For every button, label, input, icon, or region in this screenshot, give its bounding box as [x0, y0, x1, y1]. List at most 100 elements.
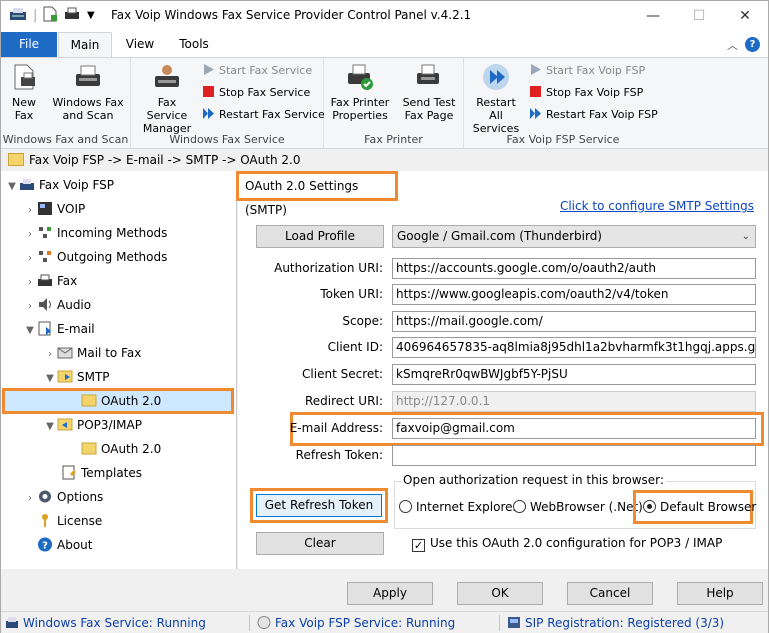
tree-item-fax-voip-fsp[interactable]: ▼ Fax Voip FSP [5, 175, 114, 195]
help-icon[interactable]: ? [745, 37, 760, 52]
info-icon: ? [38, 537, 52, 552]
fax-machine-icon [76, 65, 100, 86]
load-profile-button[interactable]: Load Profile [256, 225, 384, 248]
group-label: Windows Fax and Scan [2, 133, 129, 146]
fax-icon [38, 274, 52, 286]
tab-tools[interactable]: Tools [169, 32, 219, 57]
cancel-button[interactable]: Cancel [567, 582, 653, 605]
radio-internet-explorer[interactable]: Internet Explorer [399, 498, 517, 516]
radio-webbrowser-net[interactable]: WebBrowser (.Net) [513, 498, 643, 516]
tree-item-fax[interactable]: › Fax [23, 271, 77, 291]
printer-check-icon [348, 64, 373, 90]
restart-fax-voip-fsp-button[interactable]: Restart Fax Voip FSP [530, 106, 658, 124]
expand-icon[interactable]: › [23, 273, 37, 293]
tree-item-mail-to-fax[interactable]: › Mail to Fax [43, 343, 141, 363]
restart-fax-service-button[interactable]: Restart Fax Service [203, 106, 325, 124]
tree-item-templates[interactable]: Templates [61, 463, 142, 483]
email-address-input[interactable]: faxvoip@gmail.com [392, 418, 756, 439]
get-refresh-token-button[interactable]: Get Refresh Token [256, 494, 382, 517]
browser-groupbox: Open authorization request in this brows… [394, 473, 756, 529]
close-button[interactable]: ✕ [722, 1, 768, 32]
label-scope: Scope: [342, 314, 383, 328]
quick-access-dropdown-icon[interactable]: ▼ [87, 6, 95, 26]
clear-button[interactable]: Clear [256, 532, 384, 555]
scope-input[interactable]: https://mail.google.com/ [392, 311, 756, 332]
tree-item-outgoing-methods[interactable]: › Outgoing Methods [23, 247, 167, 267]
checkmark-icon: ✓ [412, 539, 425, 552]
email-icon [38, 321, 51, 336]
tree-item-incoming-methods[interactable]: › Incoming Methods [23, 223, 167, 243]
client-secret-input[interactable]: kSmqreRr0qwBWJgbf5Y-PjSU [392, 364, 756, 385]
authorization-uri-input[interactable]: https://accounts.google.com/o/oauth2/aut… [392, 258, 756, 279]
tree-item-options[interactable]: › Options [23, 487, 103, 507]
printer-icon[interactable] [63, 6, 81, 26]
svg-text:?: ? [42, 541, 48, 552]
service-status-icon [257, 616, 271, 629]
expand-icon[interactable]: › [23, 297, 37, 317]
start-fax-voip-fsp-button[interactable]: Start Fax Voip FSP [530, 62, 645, 80]
tree-item-smtp[interactable]: ▼ SMTP [43, 367, 109, 389]
ok-button[interactable]: OK [457, 582, 543, 605]
collapse-icon[interactable]: ▼ [23, 321, 37, 341]
configure-smtp-link[interactable]: Click to configure SMTP Settings [560, 199, 754, 213]
new-fax-button[interactable]: New Fax [7, 62, 41, 122]
restart-icon [203, 107, 214, 119]
tree-item-email[interactable]: ▼ E-mail [23, 319, 95, 339]
redirect-uri-input: http://127.0.0.1 [392, 391, 756, 412]
start-fax-service-button[interactable]: Start Fax Service [203, 62, 312, 80]
windows-fax-and-scan-button[interactable]: Windows Fax and Scan [49, 62, 127, 122]
tree-item-pop3-imap[interactable]: ▼ POP3/IMAP [43, 415, 142, 435]
stop-icon [203, 85, 214, 97]
label-authorization-uri: Authorization URI: [274, 261, 383, 275]
stop-fax-service-button[interactable]: Stop Fax Service [203, 84, 310, 102]
incoming-icon [39, 227, 51, 238]
tab-view[interactable]: View [117, 32, 163, 57]
minimize-button[interactable]: — [630, 1, 676, 32]
refresh-token-input[interactable] [392, 445, 756, 466]
breadcrumb-text: Fax Voip FSP -> E-mail -> SMTP -> OAuth … [29, 153, 301, 167]
token-uri-input[interactable]: https://www.googleapis.com/oauth2/v4/tok… [392, 284, 756, 305]
radio-default-browser[interactable]: Default Browser [643, 498, 756, 516]
status-windows-fax-service[interactable]: Windows Fax Service: Running [5, 615, 206, 631]
expand-icon[interactable]: › [23, 201, 37, 221]
expand-icon[interactable]: › [23, 225, 37, 245]
expand-icon[interactable]: › [43, 345, 57, 365]
new-document-icon[interactable] [43, 6, 57, 26]
profile-select[interactable]: Google / Gmail.com (Thunderbird) ⌄ [392, 225, 756, 248]
tree-item-about[interactable]: ? About [37, 535, 92, 555]
title-bar: | ▼ Fax Voip Windows Fax Service Provide… [1, 1, 768, 32]
tab-file[interactable]: File [1, 32, 57, 57]
play-icon [530, 63, 541, 75]
status-sip-registration[interactable]: SIP Registration: Registered (3/3) [507, 615, 724, 631]
mail-to-fax-icon [57, 347, 73, 359]
tab-main[interactable]: Main [58, 32, 112, 58]
collapse-ribbon-icon[interactable]: ︿ [727, 37, 738, 53]
ribbon-tabs: File Main View Tools ︿ ? [1, 32, 768, 58]
tree-item-pop3-oauth[interactable]: OAuth 2.0 [81, 439, 161, 459]
tree-item-audio[interactable]: › Audio [23, 295, 91, 315]
help-button[interactable]: Help [677, 582, 763, 605]
status-bar: Windows Fax Service: Running Fax Voip FS… [1, 611, 768, 633]
send-test-fax-page-button[interactable]: Send Test Fax Page [398, 62, 460, 122]
apply-button[interactable]: Apply [347, 582, 433, 605]
fax-service-manager-button[interactable]: Fax Service Manager [137, 62, 197, 135]
restart-all-services-button[interactable]: Restart All Services [468, 62, 524, 135]
tree-item-license[interactable]: License [37, 511, 102, 531]
collapse-icon[interactable]: ▼ [5, 177, 19, 197]
use-for-pop3-checkbox[interactable]: ✓ Use this OAuth 2.0 configuration for PO… [412, 534, 722, 552]
collapse-icon[interactable]: ▼ [43, 369, 57, 389]
stop-fax-voip-fsp-button[interactable]: Stop Fax Voip FSP [530, 84, 643, 102]
collapse-icon[interactable]: ▼ [43, 417, 57, 437]
expand-icon[interactable]: › [23, 489, 37, 509]
status-fax-voip-fsp-service[interactable]: Fax Voip FSP Service: Running [257, 615, 455, 631]
label-redirect-uri: Redirect URI: [304, 394, 383, 408]
expand-icon[interactable]: › [23, 249, 37, 269]
section-title: OAuth 2.0 Settings (SMTP) [236, 171, 398, 217]
restart-all-icon [483, 64, 509, 90]
fax-printer-properties-button[interactable]: Fax Printer Properties [328, 62, 392, 122]
client-id-input[interactable]: 406964657835-aq8lmia8j95dhl1a2bvharmfk3t… [392, 337, 756, 358]
maximize-button[interactable]: ☐ [676, 1, 722, 32]
group-windows-fax-service: Fax Service Manager Start Fax Service St… [131, 58, 325, 149]
tree-item-voip[interactable]: › VOIP [23, 199, 85, 219]
tree-item-smtp-oauth[interactable]: OAuth 2.0 [81, 391, 161, 411]
